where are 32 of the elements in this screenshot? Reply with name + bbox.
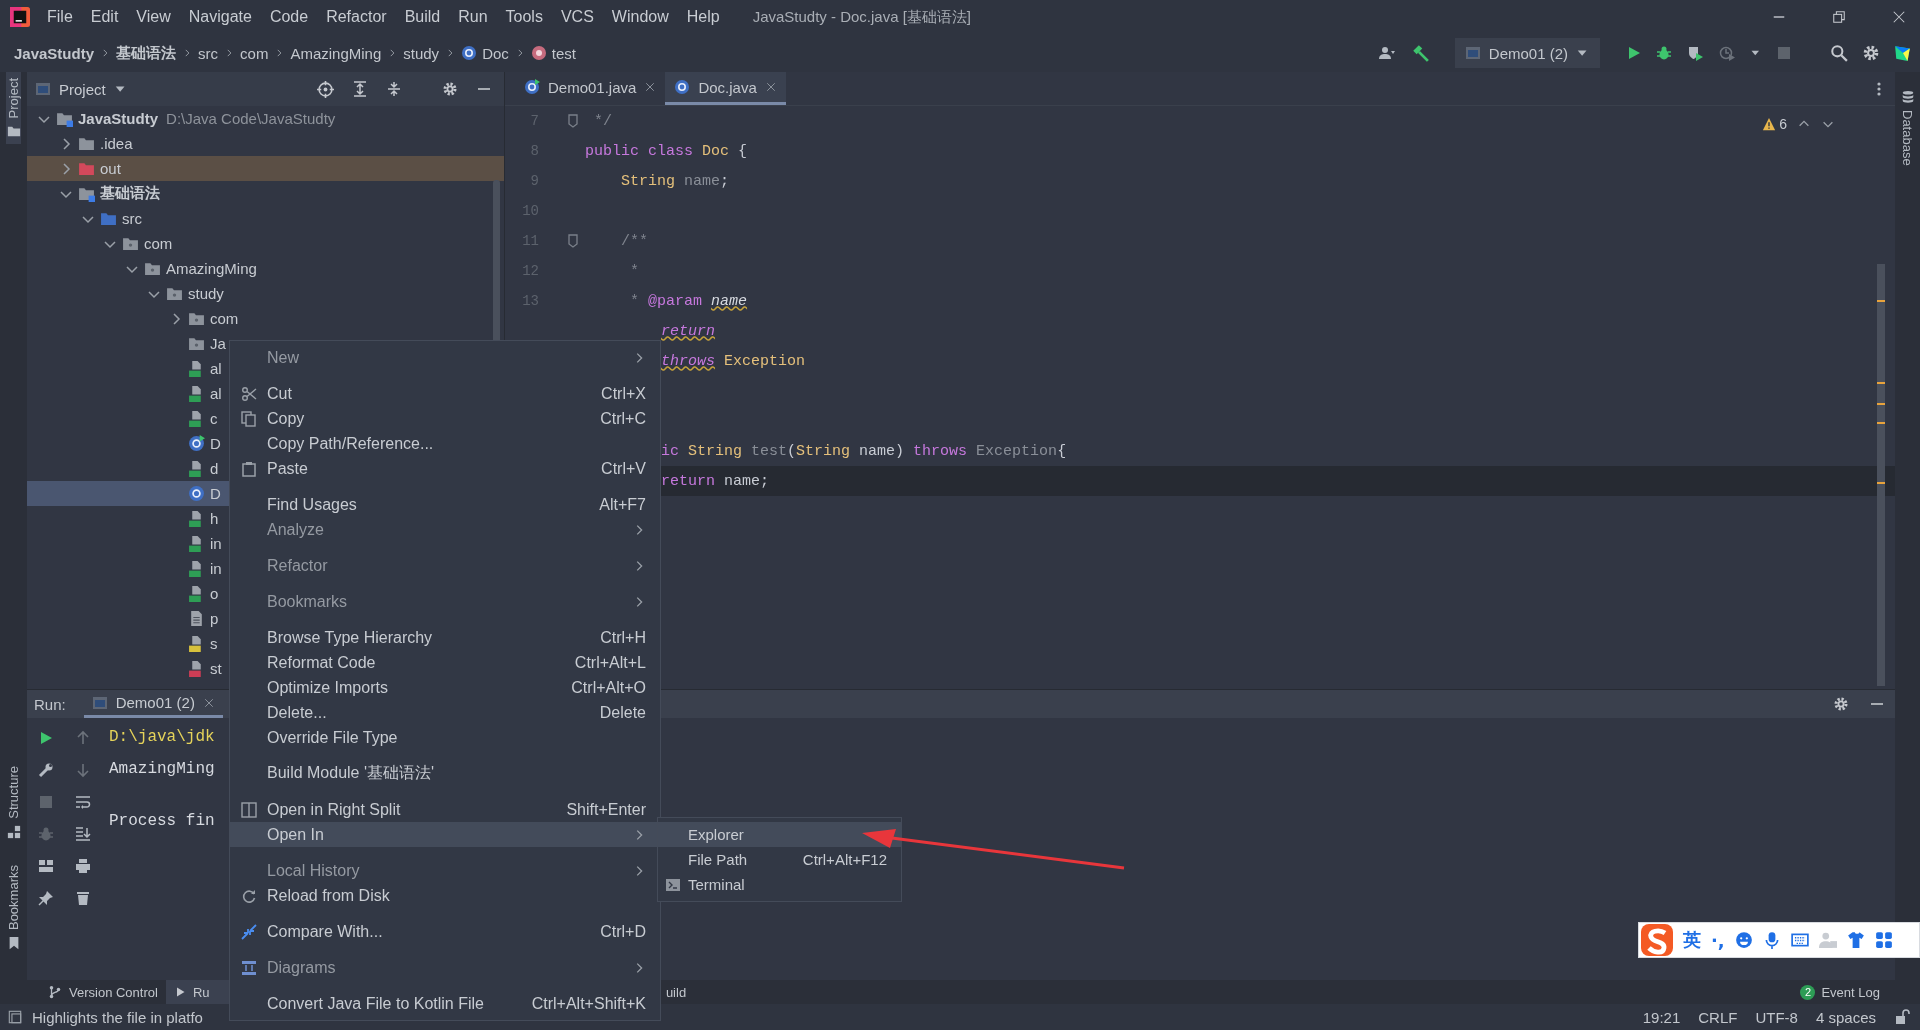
- code-token: name: [683, 172, 721, 190]
- code-token: test: [750, 442, 788, 460]
- code-token: public class: [585, 142, 694, 160]
- status-message: Highlights the file in platfo: [32, 1008, 203, 1026]
- code-token: return: [661, 322, 715, 340]
- code-token: Doc: [701, 142, 730, 160]
- code-token: ;: [720, 172, 730, 190]
- code-token: String: [796, 442, 851, 460]
- code-token: *: [629, 292, 640, 310]
- window-title: JavaStudty - Doc.java [基础语法]: [752, 7, 972, 27]
- code-token: Exception: [975, 442, 1058, 460]
- code-token: */: [593, 112, 612, 130]
- code-token: /**: [620, 232, 648, 250]
- code-token: {: [1057, 442, 1067, 460]
- code-token: *: [629, 262, 639, 280]
- code-token: String: [687, 442, 743, 460]
- code-token: name: [711, 292, 748, 310]
- code-token: String: [620, 172, 675, 190]
- code-token: throws: [661, 352, 715, 370]
- code-token: @param: [648, 292, 704, 310]
- code-token: {: [737, 142, 748, 160]
- code-token: (: [787, 442, 797, 460]
- code-token: Exception: [723, 352, 806, 370]
- code-token: return: [661, 472, 715, 490]
- console-line: AmazingMing: [109, 760, 215, 779]
- code-token: ic: [661, 442, 679, 460]
- console-line: Process fin: [109, 812, 215, 831]
- console-line: D:\java\jdk: [109, 728, 215, 747]
- code-token: name;: [723, 472, 770, 490]
- code-token: throws: [913, 442, 968, 460]
- panel-title: Run:: [34, 695, 66, 713]
- code-token: name): [858, 442, 906, 460]
